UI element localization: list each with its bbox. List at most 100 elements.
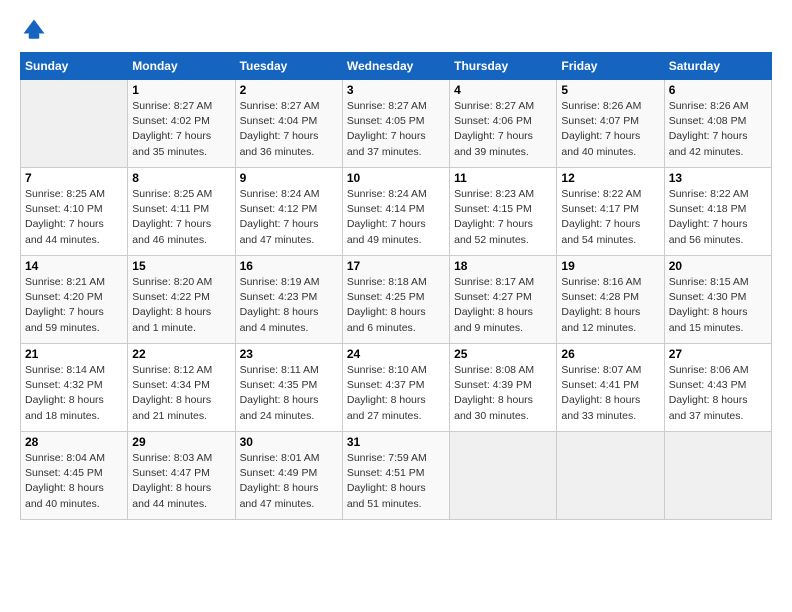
calendar-day-cell: 15 Sunrise: 8:20 AM Sunset: 4:22 PM Dayli… xyxy=(128,256,235,344)
calendar-day-cell: 14 Sunrise: 8:21 AM Sunset: 4:20 PM Dayli… xyxy=(21,256,128,344)
day-number: 5 xyxy=(561,83,659,97)
calendar-day-cell: 30 Sunrise: 8:01 AM Sunset: 4:49 PM Dayli… xyxy=(235,432,342,520)
day-number: 28 xyxy=(25,435,123,449)
calendar-header: SundayMondayTuesdayWednesdayThursdayFrid… xyxy=(21,53,772,80)
calendar-day-cell: 12 Sunrise: 8:22 AM Sunset: 4:17 PM Dayli… xyxy=(557,168,664,256)
calendar-day-cell: 29 Sunrise: 8:03 AM Sunset: 4:47 PM Dayli… xyxy=(128,432,235,520)
calendar-day-cell: 16 Sunrise: 8:19 AM Sunset: 4:23 PM Dayli… xyxy=(235,256,342,344)
day-info: Sunrise: 8:12 AM Sunset: 4:34 PM Dayligh… xyxy=(132,363,230,424)
day-number: 31 xyxy=(347,435,445,449)
weekday-header: Friday xyxy=(557,53,664,80)
calendar-day-cell: 21 Sunrise: 8:14 AM Sunset: 4:32 PM Dayli… xyxy=(21,344,128,432)
day-number: 15 xyxy=(132,259,230,273)
day-number: 8 xyxy=(132,171,230,185)
calendar-day-cell: 4 Sunrise: 8:27 AM Sunset: 4:06 PM Daylig… xyxy=(450,80,557,168)
calendar-day-cell: 25 Sunrise: 8:08 AM Sunset: 4:39 PM Dayli… xyxy=(450,344,557,432)
day-info: Sunrise: 8:06 AM Sunset: 4:43 PM Dayligh… xyxy=(669,363,767,424)
calendar-week-row: 1 Sunrise: 8:27 AM Sunset: 4:02 PM Daylig… xyxy=(21,80,772,168)
page-header xyxy=(20,16,772,44)
day-number: 23 xyxy=(240,347,338,361)
weekday-header: Monday xyxy=(128,53,235,80)
calendar-week-row: 7 Sunrise: 8:25 AM Sunset: 4:10 PM Daylig… xyxy=(21,168,772,256)
day-number: 24 xyxy=(347,347,445,361)
weekday-header: Wednesday xyxy=(342,53,449,80)
day-info: Sunrise: 8:04 AM Sunset: 4:45 PM Dayligh… xyxy=(25,451,123,512)
calendar-day-cell: 19 Sunrise: 8:16 AM Sunset: 4:28 PM Dayli… xyxy=(557,256,664,344)
day-info: Sunrise: 7:59 AM Sunset: 4:51 PM Dayligh… xyxy=(347,451,445,512)
day-info: Sunrise: 8:19 AM Sunset: 4:23 PM Dayligh… xyxy=(240,275,338,336)
calendar-day-cell: 18Sunrise: 8:17 AM Sunset: 4:27 PM Dayli… xyxy=(450,256,557,344)
day-info: Sunrise: 8:27 AM Sunset: 4:04 PM Dayligh… xyxy=(240,99,338,160)
calendar-day-cell: 7 Sunrise: 8:25 AM Sunset: 4:10 PM Daylig… xyxy=(21,168,128,256)
day-number: 3 xyxy=(347,83,445,97)
day-info: Sunrise: 8:03 AM Sunset: 4:47 PM Dayligh… xyxy=(132,451,230,512)
day-number: 4 xyxy=(454,83,552,97)
day-number: 19 xyxy=(561,259,659,273)
day-info: Sunrise: 8:21 AM Sunset: 4:20 PM Dayligh… xyxy=(25,275,123,336)
day-info: Sunrise: 8:18 AM Sunset: 4:25 PM Dayligh… xyxy=(347,275,445,336)
calendar-table: SundayMondayTuesdayWednesdayThursdayFrid… xyxy=(20,52,772,520)
weekday-header: Tuesday xyxy=(235,53,342,80)
calendar-week-row: 21 Sunrise: 8:14 AM Sunset: 4:32 PM Dayli… xyxy=(21,344,772,432)
calendar-day-cell xyxy=(664,432,771,520)
calendar-day-cell xyxy=(450,432,557,520)
day-info: Sunrise: 8:08 AM Sunset: 4:39 PM Dayligh… xyxy=(454,363,552,424)
day-info: Sunrise: 8:10 AM Sunset: 4:37 PM Dayligh… xyxy=(347,363,445,424)
day-info: Sunrise: 8:26 AM Sunset: 4:08 PM Dayligh… xyxy=(669,99,767,160)
day-info: Sunrise: 8:25 AM Sunset: 4:11 PM Dayligh… xyxy=(132,187,230,248)
day-info: Sunrise: 8:15 AM Sunset: 4:30 PM Dayligh… xyxy=(669,275,767,336)
day-info: Sunrise: 8:27 AM Sunset: 4:05 PM Dayligh… xyxy=(347,99,445,160)
calendar-day-cell: 3 Sunrise: 8:27 AM Sunset: 4:05 PM Daylig… xyxy=(342,80,449,168)
day-number: 9 xyxy=(240,171,338,185)
day-number: 29 xyxy=(132,435,230,449)
day-number: 16 xyxy=(240,259,338,273)
day-info: Sunrise: 8:24 AM Sunset: 4:14 PM Dayligh… xyxy=(347,187,445,248)
day-number: 10 xyxy=(347,171,445,185)
day-info: Sunrise: 8:20 AM Sunset: 4:22 PM Dayligh… xyxy=(132,275,230,336)
calendar-day-cell: 8 Sunrise: 8:25 AM Sunset: 4:11 PM Daylig… xyxy=(128,168,235,256)
calendar-day-cell: 23Sunrise: 8:11 AM Sunset: 4:35 PM Dayli… xyxy=(235,344,342,432)
day-info: Sunrise: 8:25 AM Sunset: 4:10 PM Dayligh… xyxy=(25,187,123,248)
day-info: Sunrise: 8:26 AM Sunset: 4:07 PM Dayligh… xyxy=(561,99,659,160)
day-info: Sunrise: 8:27 AM Sunset: 4:06 PM Dayligh… xyxy=(454,99,552,160)
calendar-day-cell: 28 Sunrise: 8:04 AM Sunset: 4:45 PM Dayli… xyxy=(21,432,128,520)
calendar-day-cell: 9Sunrise: 8:24 AM Sunset: 4:12 PM Daylig… xyxy=(235,168,342,256)
calendar-day-cell: 5 Sunrise: 8:26 AM Sunset: 4:07 PM Daylig… xyxy=(557,80,664,168)
weekday-header: Saturday xyxy=(664,53,771,80)
day-info: Sunrise: 8:22 AM Sunset: 4:17 PM Dayligh… xyxy=(561,187,659,248)
day-number: 14 xyxy=(25,259,123,273)
calendar-day-cell: 31 Sunrise: 7:59 AM Sunset: 4:51 PM Dayli… xyxy=(342,432,449,520)
day-number: 25 xyxy=(454,347,552,361)
day-number: 2 xyxy=(240,83,338,97)
day-number: 30 xyxy=(240,435,338,449)
weekday-header: Sunday xyxy=(21,53,128,80)
calendar-day-cell: 1 Sunrise: 8:27 AM Sunset: 4:02 PM Daylig… xyxy=(128,80,235,168)
day-number: 12 xyxy=(561,171,659,185)
day-info: Sunrise: 8:01 AM Sunset: 4:49 PM Dayligh… xyxy=(240,451,338,512)
day-number: 27 xyxy=(669,347,767,361)
day-number: 22 xyxy=(132,347,230,361)
calendar-day-cell xyxy=(557,432,664,520)
day-number: 20 xyxy=(669,259,767,273)
day-info: Sunrise: 8:16 AM Sunset: 4:28 PM Dayligh… xyxy=(561,275,659,336)
calendar-week-row: 14 Sunrise: 8:21 AM Sunset: 4:20 PM Dayli… xyxy=(21,256,772,344)
day-number: 13 xyxy=(669,171,767,185)
day-info: Sunrise: 8:22 AM Sunset: 4:18 PM Dayligh… xyxy=(669,187,767,248)
day-number: 1 xyxy=(132,83,230,97)
calendar-day-cell: 26Sunrise: 8:07 AM Sunset: 4:41 PM Dayli… xyxy=(557,344,664,432)
day-number: 21 xyxy=(25,347,123,361)
day-info: Sunrise: 8:27 AM Sunset: 4:02 PM Dayligh… xyxy=(132,99,230,160)
logo-icon xyxy=(20,16,48,44)
day-number: 11 xyxy=(454,171,552,185)
calendar-day-cell: 22 Sunrise: 8:12 AM Sunset: 4:34 PM Dayli… xyxy=(128,344,235,432)
day-number: 7 xyxy=(25,171,123,185)
day-number: 26 xyxy=(561,347,659,361)
calendar-day-cell: 2 Sunrise: 8:27 AM Sunset: 4:04 PM Daylig… xyxy=(235,80,342,168)
day-info: Sunrise: 8:17 AM Sunset: 4:27 PM Dayligh… xyxy=(454,275,552,336)
day-info: Sunrise: 8:23 AM Sunset: 4:15 PM Dayligh… xyxy=(454,187,552,248)
day-number: 6 xyxy=(669,83,767,97)
day-number: 17 xyxy=(347,259,445,273)
day-info: Sunrise: 8:14 AM Sunset: 4:32 PM Dayligh… xyxy=(25,363,123,424)
calendar-day-cell: 24 Sunrise: 8:10 AM Sunset: 4:37 PM Dayli… xyxy=(342,344,449,432)
calendar-day-cell xyxy=(21,80,128,168)
